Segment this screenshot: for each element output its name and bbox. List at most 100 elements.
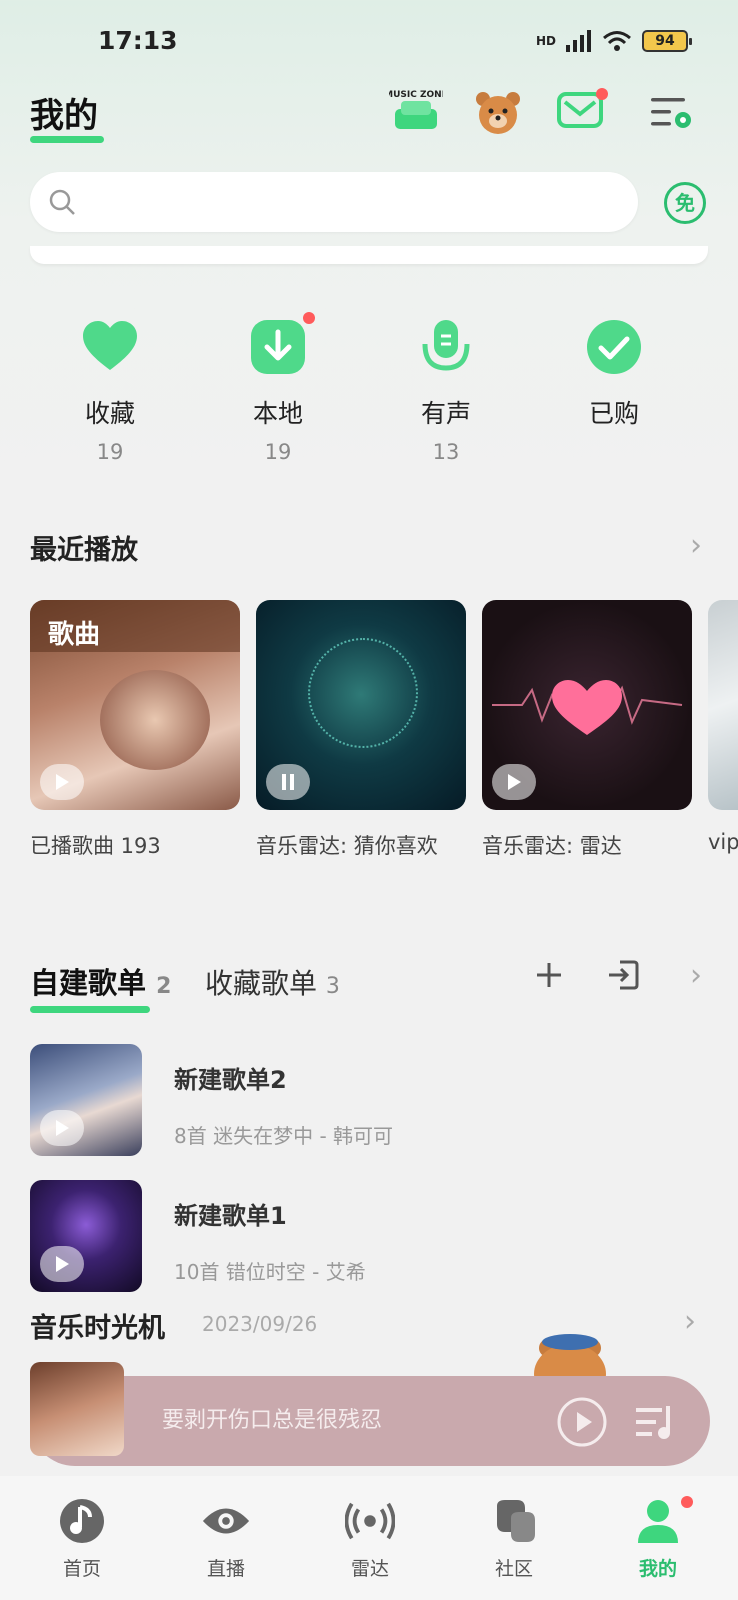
quick-label: 本地 (252, 399, 303, 428)
quick-label: 收藏 (84, 399, 135, 428)
playlist-name[interactable]: 新建歌单2 (174, 1060, 287, 1095)
tab-my-playlists[interactable]: 自建歌单 2 (30, 960, 171, 1002)
nav-label: 直播 (206, 1558, 245, 1580)
nav-live[interactable]: 直播 (156, 1476, 296, 1581)
playlist-subtitle: 10首 错位时空 - 艾希 (174, 1260, 366, 1284)
quick-audiobooks[interactable]: 有声 13 (376, 318, 516, 464)
play-icon (508, 774, 521, 790)
playlist-queue-button[interactable] (632, 1400, 678, 1448)
tab-count: 2 (156, 974, 172, 999)
radar-icon (345, 1502, 395, 1540)
playlist-name[interactable]: 新建歌单1 (174, 1196, 287, 1231)
unread-dot (596, 88, 608, 100)
play-button[interactable] (40, 764, 84, 800)
pause-icon (282, 774, 294, 790)
add-playlist-button[interactable] (534, 960, 564, 994)
quick-count: 19 (96, 440, 124, 464)
time-machine-chevron-icon[interactable]: › (684, 1304, 696, 1339)
eye-icon (202, 1508, 250, 1534)
quick-label: 有声 (420, 399, 471, 428)
recent-card[interactable]: 歌曲 (30, 600, 240, 810)
playlists-more-chevron-icon[interactable]: › (690, 958, 702, 993)
status-icons: HD 94 (535, 30, 692, 52)
nav-home[interactable]: 首页 (12, 1476, 152, 1581)
recent-card-label: 已播歌曲 193 (30, 834, 161, 858)
nav-label: 我的 (638, 1558, 677, 1580)
pause-button[interactable] (266, 764, 310, 800)
recent-card-label: vip (708, 830, 738, 854)
queue-icon (636, 1406, 670, 1439)
play-icon (56, 1256, 69, 1272)
nav-profile-dot (681, 1496, 693, 1508)
import-playlist-button[interactable] (606, 958, 640, 996)
quick-count: 19 (264, 440, 292, 464)
new-dot (303, 312, 315, 324)
bear-icon (476, 92, 520, 134)
banner-strip (30, 246, 708, 264)
time-machine-date: 2023/09/26 (202, 1312, 318, 1336)
play-icon (56, 774, 69, 790)
music-zone-icon: MUSIC ZONE (389, 90, 443, 129)
playlist-cover[interactable] (30, 1044, 142, 1156)
card-overlay-text: 歌曲 (48, 620, 101, 650)
play-button[interactable] (492, 764, 536, 800)
bear-mascot-button[interactable] (470, 84, 526, 140)
recent-title: 最近播放 (30, 535, 138, 566)
play-circle-icon (557, 1397, 607, 1447)
messages-button[interactable] (552, 84, 608, 140)
time-machine-title: 音乐时光机 (30, 1313, 165, 1344)
plus-icon (537, 963, 561, 987)
quick-count: 13 (432, 440, 460, 464)
nav-label: 首页 (62, 1558, 101, 1580)
network-label: HD (535, 34, 556, 48)
playlist-subtitle: 8首 迷失在梦中 - 韩可可 (174, 1124, 394, 1148)
recent-more-chevron-icon[interactable]: › (690, 528, 702, 563)
free-mode-badge[interactable]: 免 (664, 182, 706, 224)
profile-icon (638, 1500, 678, 1543)
signal-icon (566, 30, 591, 52)
nav-profile[interactable]: 我的 (588, 1476, 728, 1581)
nav-radar[interactable]: 雷达 (300, 1476, 440, 1581)
recent-card-label: 音乐雷达: 猜你喜欢 (256, 834, 438, 858)
search-icon (49, 189, 75, 215)
nav-label: 社区 (494, 1558, 533, 1580)
quick-purchased[interactable]: 已购 (544, 318, 684, 440)
music-zone-text: MUSIC ZONE (389, 90, 443, 100)
nav-community[interactable]: 社区 (444, 1476, 584, 1581)
recent-card[interactable] (482, 600, 692, 810)
microphone-icon (422, 320, 470, 371)
import-icon (609, 960, 639, 990)
music-note-icon (60, 1499, 104, 1543)
mini-player-cover[interactable] (30, 1362, 124, 1456)
menu-button[interactable] (642, 84, 698, 140)
playlist-cover[interactable] (30, 1180, 142, 1292)
page-title: 我的 (30, 96, 98, 136)
download-icon (251, 320, 305, 374)
menu-settings-icon (651, 98, 691, 128)
play-button[interactable] (40, 1110, 84, 1146)
tab-underline (30, 1006, 150, 1013)
heart-icon (83, 321, 137, 370)
tab-collected-playlists[interactable]: 收藏歌单 3 (205, 962, 340, 1002)
check-icon (587, 320, 641, 374)
community-icon (497, 1500, 535, 1542)
quick-local[interactable]: 本地 19 (208, 312, 348, 464)
quick-favorites[interactable]: 收藏 19 (40, 318, 180, 464)
recent-card-label: 音乐雷达: 雷达 (482, 834, 622, 858)
mini-player-song: 要剥开伤口总是很残忍 (162, 1408, 383, 1433)
status-time: 17:13 (98, 26, 178, 55)
wifi-icon (603, 31, 631, 51)
tab-label: 自建歌单 (30, 966, 147, 1000)
music-zone-button[interactable]: MUSIC ZONE (388, 84, 444, 140)
play-icon (56, 1120, 69, 1136)
battery-indicator: 94 (642, 30, 692, 52)
recent-card-partial[interactable] (708, 600, 738, 810)
tab-label: 收藏歌单 (205, 967, 318, 1000)
title-underline (30, 136, 104, 143)
search-input[interactable] (86, 190, 606, 214)
recent-card[interactable] (256, 600, 466, 810)
mini-play-button[interactable] (556, 1396, 608, 1452)
search-bar[interactable] (30, 172, 638, 232)
play-button[interactable] (40, 1246, 84, 1282)
quick-label: 已购 (588, 399, 639, 428)
